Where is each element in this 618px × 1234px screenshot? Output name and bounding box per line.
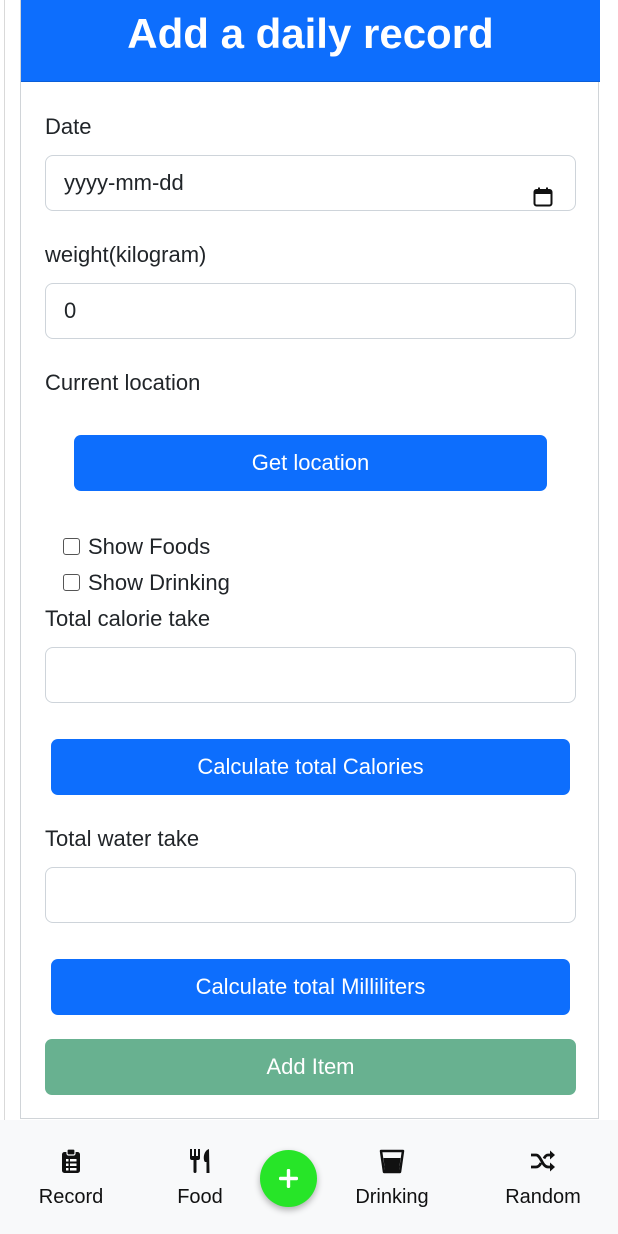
get-location-button[interactable]: Get location — [74, 435, 547, 491]
show-foods-toggle[interactable]: Show Foods — [63, 533, 210, 561]
weight-input[interactable]: 0 — [45, 283, 576, 339]
nav-label-random: Random — [505, 1186, 581, 1208]
show-foods-label: Show Foods — [88, 534, 211, 559]
add-record-fab[interactable] — [260, 1150, 317, 1207]
add-item-button[interactable]: Add Item — [45, 1039, 576, 1095]
calorie-label: Total calorie take — [45, 606, 211, 631]
date-placeholder: yyyy-mm-dd — [64, 170, 184, 195]
calorie-input[interactable] — [45, 647, 576, 703]
nav-item-random[interactable]: Random — [483, 1148, 603, 1209]
show-drinking-toggle[interactable]: Show Drinking — [63, 569, 230, 597]
page-left-border — [4, 0, 5, 1120]
nav-label-record: Record — [38, 1186, 104, 1208]
plus-icon — [279, 1169, 298, 1188]
water-label: Total water take — [45, 826, 200, 851]
show-foods-checkbox[interactable] — [63, 538, 80, 555]
nav-item-food[interactable]: Food — [140, 1148, 260, 1209]
water-input[interactable] — [45, 867, 576, 923]
nav-label-drinking: Drinking — [355, 1186, 429, 1208]
glass-icon — [332, 1148, 452, 1178]
calculate-milliliters-button[interactable]: Calculate total Milliliters — [51, 959, 570, 1015]
date-label: Date — [45, 114, 92, 139]
utensils-icon — [140, 1148, 260, 1178]
clipboard-list-icon — [11, 1148, 131, 1178]
shuffle-icon — [483, 1148, 603, 1178]
location-label: Current location — [45, 370, 201, 395]
show-drinking-checkbox[interactable] — [63, 574, 80, 591]
nav-label-food: Food — [177, 1186, 223, 1208]
calculate-calories-button[interactable]: Calculate total Calories — [51, 739, 570, 795]
show-drinking-label: Show Drinking — [88, 570, 230, 595]
date-input[interactable]: yyyy-mm-dd — [45, 155, 576, 211]
weight-label: weight(kilogram) — [45, 242, 207, 267]
nav-item-drinking[interactable]: Drinking — [332, 1148, 452, 1209]
nav-item-record[interactable]: Record — [11, 1148, 131, 1209]
calendar-icon[interactable] — [533, 173, 553, 207]
page-title: Add a daily record — [21, 0, 600, 82]
